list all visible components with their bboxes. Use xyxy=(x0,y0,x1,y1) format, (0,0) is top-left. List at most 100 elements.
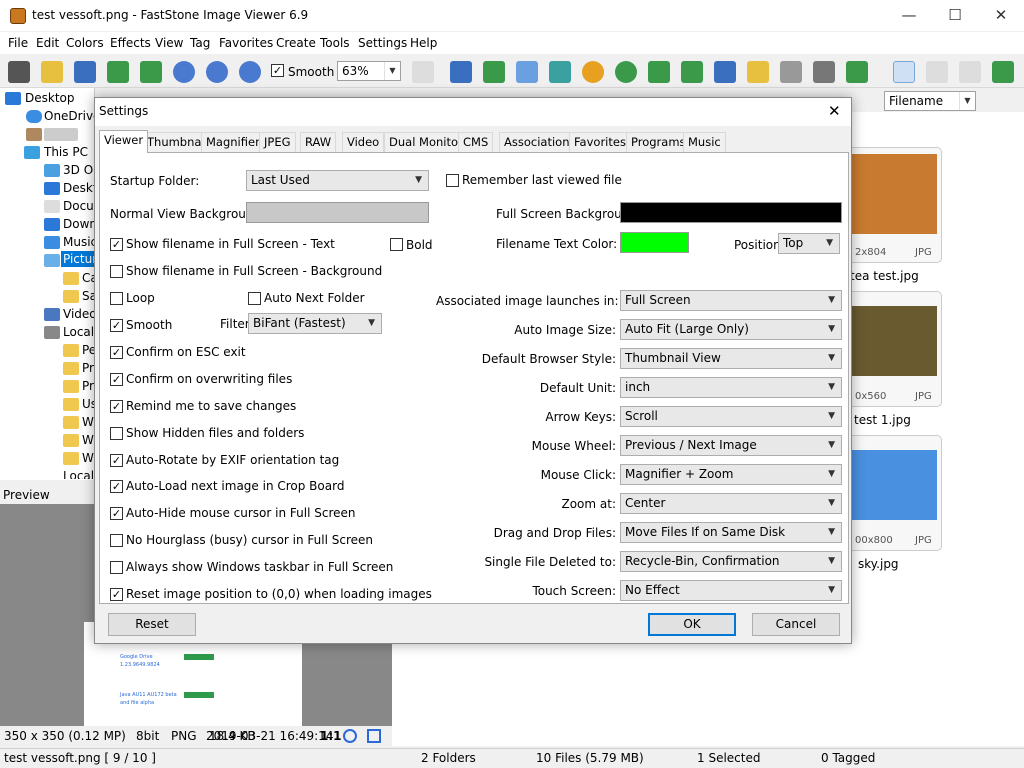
color-adjust-icon[interactable] xyxy=(549,61,571,83)
tab-favorites[interactable]: Favorites xyxy=(569,132,631,152)
red-eye-icon[interactable] xyxy=(615,61,637,83)
auto-image-size-select[interactable]: Auto Fit (Large Only) ▼ xyxy=(620,319,842,340)
actual-size-icon[interactable] xyxy=(367,729,381,743)
startup-folder-select[interactable]: Last Used ▼ xyxy=(246,170,429,191)
hand-tool-icon[interactable] xyxy=(412,61,434,83)
zoom-combo[interactable]: 63% ▼ xyxy=(337,61,401,81)
no-hourglass-checkbox[interactable] xyxy=(110,534,123,547)
print-icon[interactable] xyxy=(813,61,835,83)
slideshow-icon[interactable] xyxy=(450,61,472,83)
arrow-keys-select[interactable]: Scroll ▼ xyxy=(620,406,842,427)
show-filename-bg-checkbox[interactable] xyxy=(110,265,123,278)
tab-viewer[interactable]: Viewer xyxy=(99,130,149,153)
cancel-button[interactable]: Cancel xyxy=(752,613,840,636)
ok-button[interactable]: OK xyxy=(648,613,736,636)
clear-icon[interactable] xyxy=(780,61,802,83)
smooth-checkbox[interactable]: ✓ xyxy=(110,319,123,332)
dialog-close-button[interactable]: ✕ xyxy=(828,102,841,120)
auto-next-folder-checkbox[interactable] xyxy=(248,292,261,305)
menu-effects[interactable]: Effects xyxy=(110,36,151,50)
file-deleted-select[interactable]: Recycle-Bin, Confirmation ▼ xyxy=(620,551,842,572)
filter-select[interactable]: BiFant (Fastest) ▼ xyxy=(248,313,382,334)
prev-image-icon[interactable] xyxy=(107,61,129,83)
compare-icon[interactable] xyxy=(747,61,769,83)
profile-view-icon[interactable] xyxy=(959,61,981,83)
tab-cms[interactable]: CMS xyxy=(458,132,494,152)
image-view-icon[interactable] xyxy=(926,61,948,83)
mouse-wheel-select[interactable]: Previous / Next Image ▼ xyxy=(620,435,842,456)
tab-dual-monitor[interactable]: Dual Monitor xyxy=(384,132,468,152)
menu-edit[interactable]: Edit xyxy=(36,36,59,50)
save-icon[interactable] xyxy=(74,61,96,83)
zoom-in-icon[interactable] xyxy=(173,61,195,83)
tab-raw[interactable]: RAW xyxy=(300,132,337,152)
sort-combo[interactable]: Filename ▼ xyxy=(884,91,976,111)
zoom-out-icon[interactable] xyxy=(206,61,228,83)
auto-hide-checkbox[interactable]: ✓ xyxy=(110,507,123,520)
menu-file[interactable]: File xyxy=(8,36,28,50)
bold-checkbox[interactable] xyxy=(390,238,403,251)
menu-favorites[interactable]: Favorites xyxy=(219,36,273,50)
tree-item-local[interactable]: Local xyxy=(63,325,94,339)
tree-item-pr2[interactable]: Pr xyxy=(82,379,94,393)
loop-checkbox[interactable] xyxy=(110,292,123,305)
tab-magnifier[interactable]: Magnifier xyxy=(201,132,265,152)
always-taskbar-checkbox[interactable] xyxy=(110,561,123,574)
fn-color-swatch[interactable] xyxy=(620,232,689,253)
menu-settings[interactable]: Settings xyxy=(358,36,407,50)
brightness-icon[interactable] xyxy=(582,61,604,83)
browser-style-select[interactable]: Thumbnail View ▼ xyxy=(620,348,842,369)
tab-music[interactable]: Music xyxy=(683,132,726,152)
menu-tag[interactable]: Tag xyxy=(190,36,210,50)
tree-item-downloads[interactable]: Down xyxy=(63,217,97,231)
next-image-icon[interactable] xyxy=(140,61,162,83)
actual-size-icon[interactable] xyxy=(239,61,261,83)
thumbnail-card[interactable]: 0x560 JPG xyxy=(844,291,942,407)
show-hidden-checkbox[interactable] xyxy=(110,427,123,440)
close-button[interactable]: ✕ xyxy=(978,0,1024,32)
tree-item-local2[interactable]: Local xyxy=(63,469,94,479)
open-folder-icon[interactable] xyxy=(41,61,63,83)
confirm-overwrite-checkbox[interactable]: ✓ xyxy=(110,373,123,386)
zoom-at-select[interactable]: Center ▼ xyxy=(620,493,842,514)
default-unit-select[interactable]: inch ▼ xyxy=(620,377,842,398)
browser-view-icon[interactable] xyxy=(893,61,915,83)
auto-rotate-checkbox[interactable]: ✓ xyxy=(110,454,123,467)
camera-icon[interactable] xyxy=(8,61,30,83)
tree-item-documents[interactable]: Docu xyxy=(63,199,94,213)
mouse-click-select[interactable]: Magnifier + Zoom ▼ xyxy=(620,464,842,485)
tree-item-desktop[interactable]: Desktop xyxy=(25,91,75,105)
tree-item-pr1[interactable]: Pr xyxy=(82,361,94,375)
touch-screen-select[interactable]: No Effect ▼ xyxy=(620,580,842,601)
rotate-right-icon[interactable] xyxy=(681,61,703,83)
fs-bg-swatch[interactable] xyxy=(620,202,842,223)
reset-position-checkbox[interactable]: ✓ xyxy=(110,588,123,601)
tab-video[interactable]: Video xyxy=(342,132,385,152)
tree-item-music[interactable]: Music xyxy=(63,235,97,249)
resize-icon[interactable] xyxy=(483,61,505,83)
fit-icon[interactable] xyxy=(343,729,357,743)
remind-save-checkbox[interactable]: ✓ xyxy=(110,400,123,413)
tree-item-videos[interactable]: Video xyxy=(63,307,97,321)
drag-drop-select[interactable]: Move Files If on Same Disk ▼ xyxy=(620,522,842,543)
remember-last-checkbox[interactable] xyxy=(446,174,459,187)
thumbnail-card[interactable]: 2x804 JPG xyxy=(844,147,942,263)
minimize-button[interactable]: — xyxy=(886,0,932,32)
normal-bg-swatch[interactable] xyxy=(246,202,429,223)
maximize-button[interactable]: ☐ xyxy=(932,0,978,32)
menu-help[interactable]: Help xyxy=(410,36,437,50)
menu-view[interactable]: View xyxy=(155,36,183,50)
tab-jpeg[interactable]: JPEG xyxy=(259,132,296,152)
menu-create[interactable]: Create xyxy=(276,36,316,50)
confirm-esc-checkbox[interactable]: ✓ xyxy=(110,346,123,359)
tab-programs[interactable]: Programs xyxy=(626,132,691,152)
menu-colors[interactable]: Colors xyxy=(66,36,104,50)
flip-icon[interactable] xyxy=(714,61,736,83)
crop-icon[interactable] xyxy=(516,61,538,83)
rotate-left-icon[interactable] xyxy=(648,61,670,83)
position-select[interactable]: Top ▼ xyxy=(778,233,840,254)
tree-item-thispc[interactable]: This PC xyxy=(44,145,88,159)
associated-select[interactable]: Full Screen ▼ xyxy=(620,290,842,311)
auto-load-checkbox[interactable]: ✓ xyxy=(110,480,123,493)
reset-button[interactable]: Reset xyxy=(108,613,196,636)
